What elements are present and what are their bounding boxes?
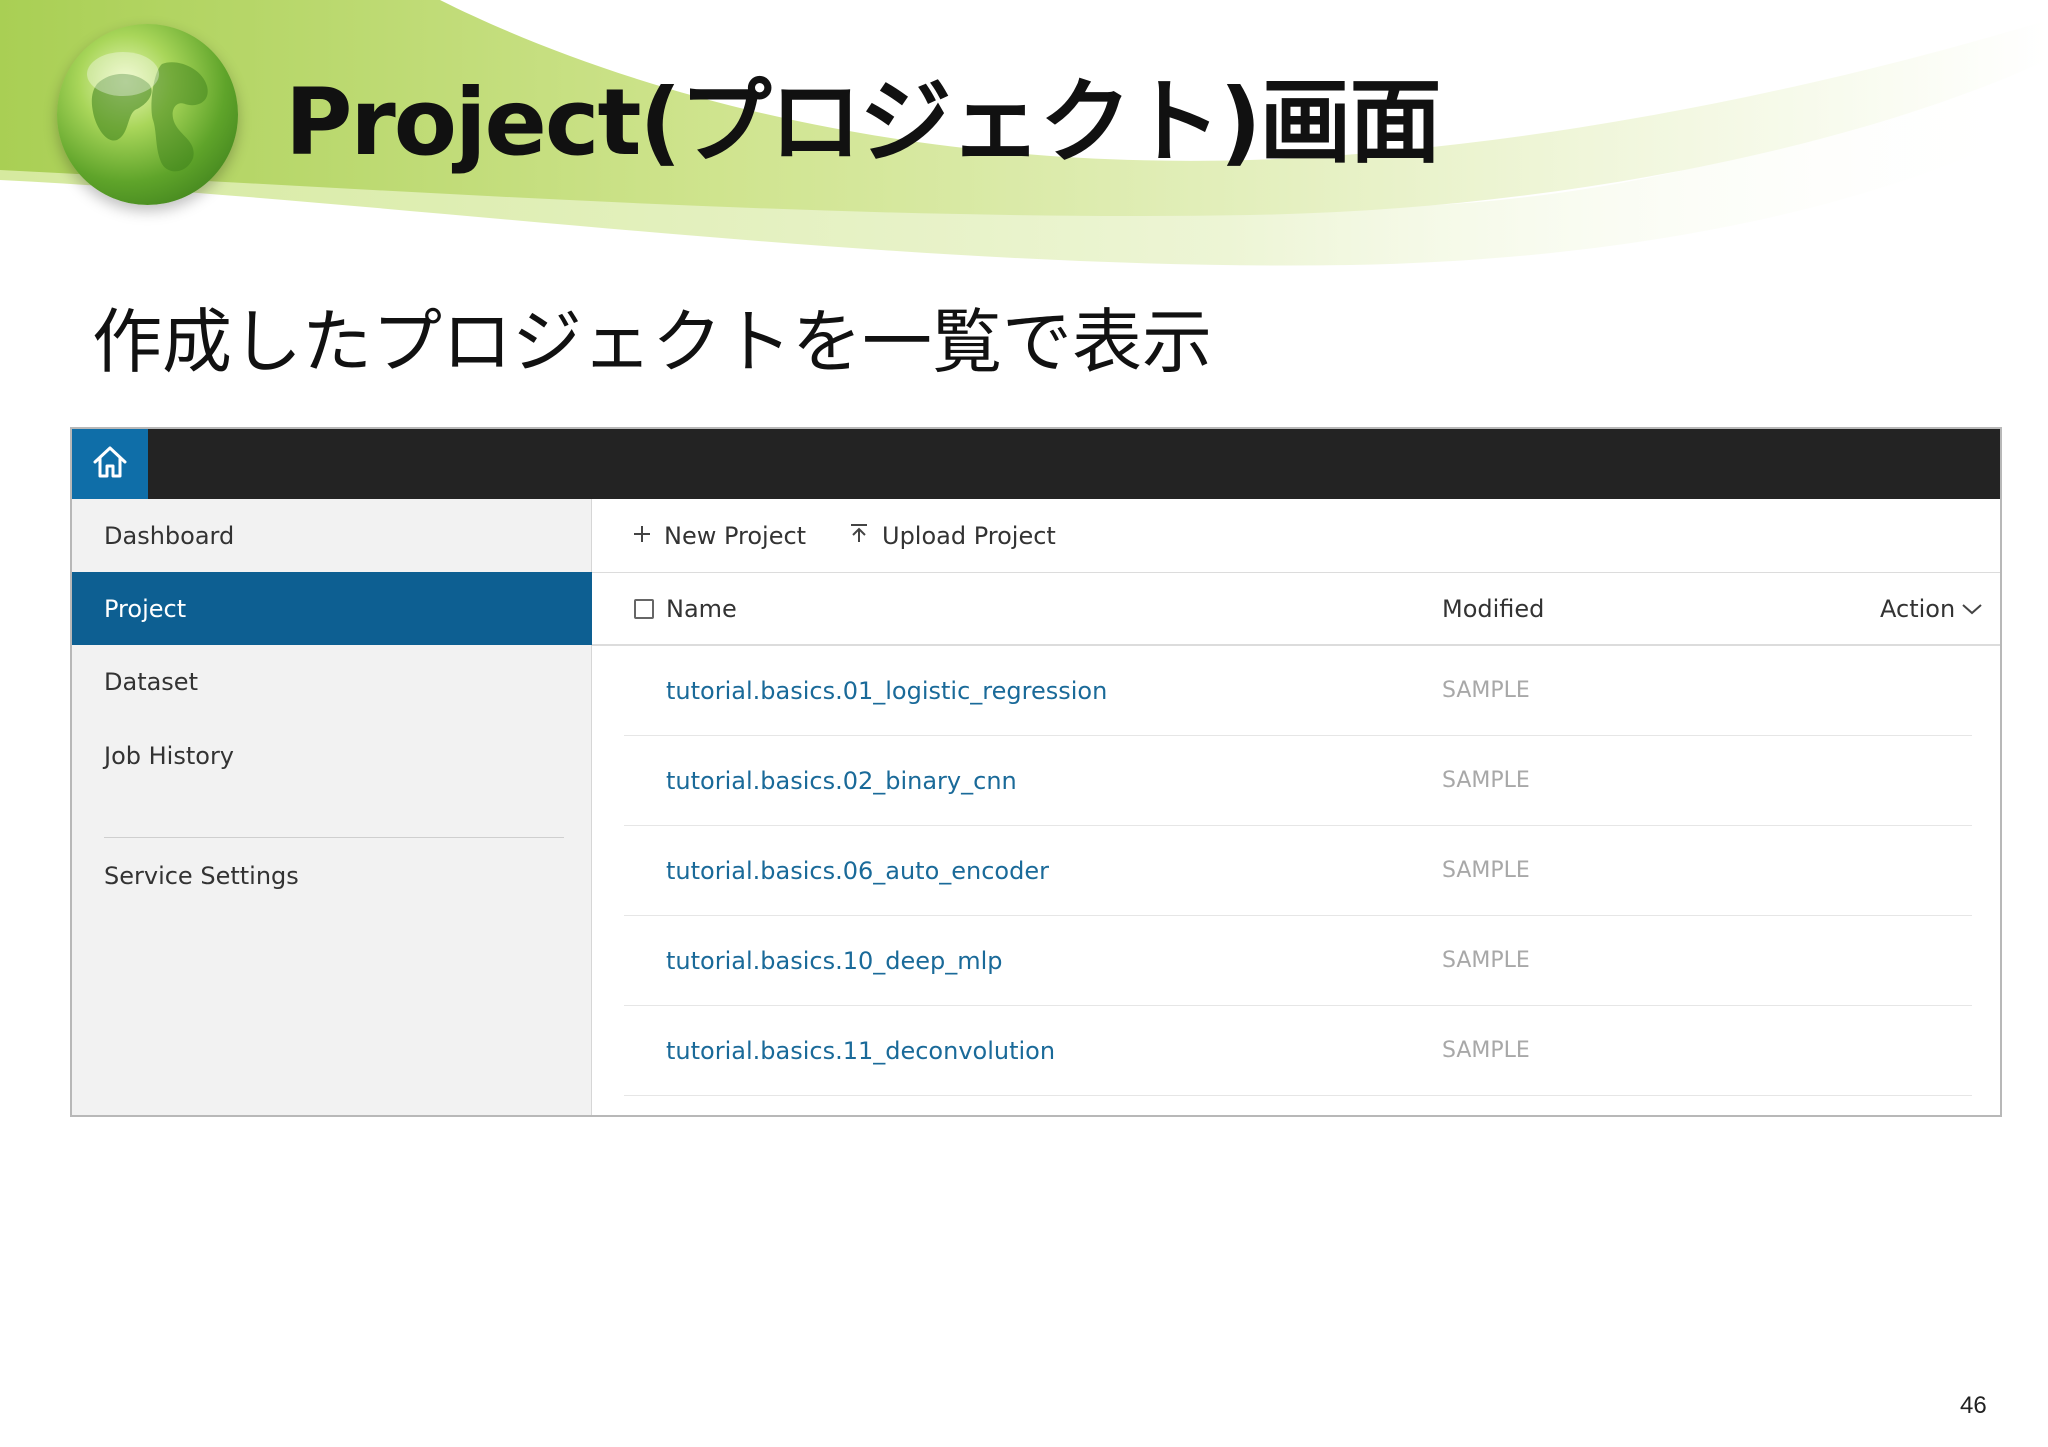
sidebar-item-label: Job History <box>104 741 235 770</box>
select-all-checkbox[interactable] <box>634 599 654 619</box>
sidebar: Dashboard Project Dataset Job History Se… <box>72 499 592 1115</box>
sidebar-item-dashboard[interactable]: Dashboard <box>72 499 592 572</box>
upload-icon <box>848 522 870 550</box>
app-window: Dashboard Project Dataset Job History Se… <box>70 427 2002 1117</box>
home-icon <box>91 444 129 484</box>
table-row[interactable]: tutorial.basics.02_binary_cnn SAMPLE <box>624 736 1972 826</box>
column-header-name[interactable]: Name <box>666 573 737 644</box>
sidebar-item-label: Dataset <box>104 667 198 696</box>
project-name-link[interactable]: tutorial.basics.01_logistic_regression <box>666 646 1107 735</box>
project-toolbar: New Project Upload Project <box>592 499 2000 573</box>
column-header-action: Action <box>1880 594 1956 623</box>
table-header: Name Modified Action <box>592 573 2000 646</box>
chevron-down-icon <box>1961 602 1983 616</box>
column-header-modified[interactable]: Modified <box>1442 573 1544 644</box>
project-modified: SAMPLE <box>1442 948 1530 973</box>
sidebar-item-label: Dashboard <box>104 521 235 550</box>
top-navigation-bar <box>72 429 2000 499</box>
action-dropdown[interactable]: Action <box>1880 573 1983 644</box>
sidebar-item-service-settings[interactable]: Service Settings <box>72 839 592 912</box>
project-modified: SAMPLE <box>1442 768 1530 793</box>
slide-title: Project(プロジェクト)画面 <box>285 69 1442 176</box>
table-row[interactable]: tutorial.basics.10_deep_mlp SAMPLE <box>624 916 1972 1006</box>
main-content: New Project Upload Project Name Modified… <box>592 499 2000 1115</box>
sidebar-item-label: Project <box>104 594 187 623</box>
table-row[interactable]: tutorial.basics.06_auto_encoder SAMPLE <box>624 826 1972 916</box>
project-name-link[interactable]: tutorial.basics.06_auto_encoder <box>666 826 1049 915</box>
new-project-label: New Project <box>664 522 807 550</box>
project-name-link[interactable]: tutorial.basics.02_binary_cnn <box>666 736 1017 825</box>
plus-icon <box>632 522 652 550</box>
table-row[interactable]: tutorial.basics.01_logistic_regression S… <box>624 646 1972 736</box>
sidebar-item-label: Service Settings <box>104 861 299 890</box>
project-modified: SAMPLE <box>1442 678 1530 703</box>
upload-project-button[interactable]: Upload Project <box>848 499 1056 573</box>
project-name-link[interactable]: tutorial.basics.11_deconvolution <box>666 1006 1055 1095</box>
new-project-button[interactable]: New Project <box>632 499 806 573</box>
project-modified: SAMPLE <box>1442 858 1530 883</box>
sidebar-item-job-history[interactable]: Job History <box>72 719 592 792</box>
table-row[interactable]: tutorial.basics.11_deconvolution SAMPLE <box>624 1006 1972 1096</box>
home-button[interactable] <box>72 429 148 499</box>
sidebar-item-dataset[interactable]: Dataset <box>72 645 592 718</box>
globe-logo <box>57 24 238 205</box>
page-number: 46 <box>1960 1392 1987 1419</box>
sidebar-item-project[interactable]: Project <box>72 572 592 645</box>
upload-project-label: Upload Project <box>882 522 1056 550</box>
slide-subtitle: 作成したプロジェクトを一覧で表示 <box>92 301 1212 383</box>
project-name-link[interactable]: tutorial.basics.10_deep_mlp <box>666 916 1003 1005</box>
project-modified: SAMPLE <box>1442 1038 1530 1063</box>
sidebar-divider <box>104 837 564 838</box>
